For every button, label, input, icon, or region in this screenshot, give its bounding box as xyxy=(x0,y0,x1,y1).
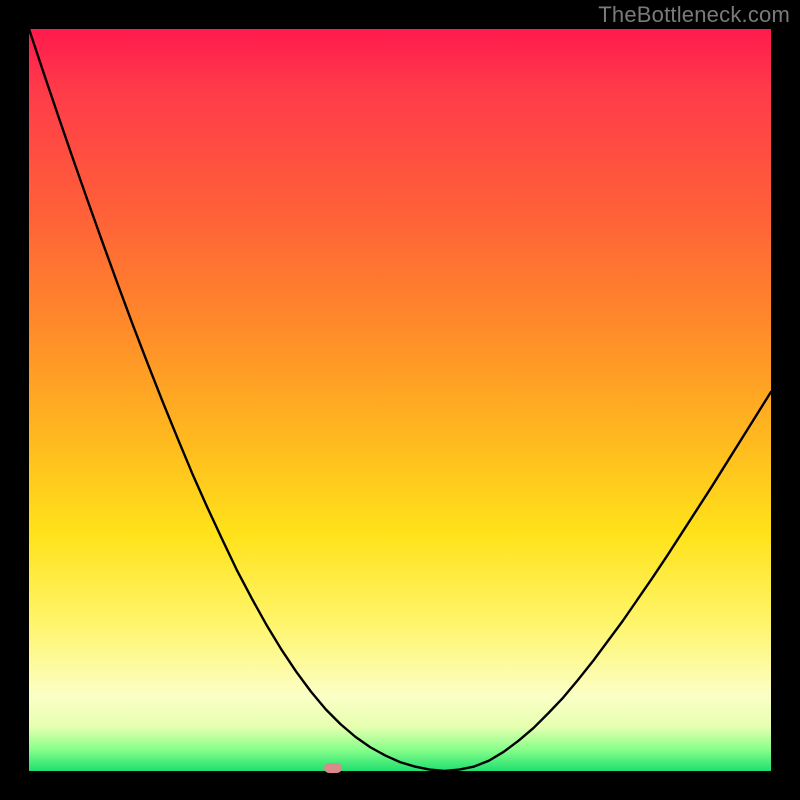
curve-path xyxy=(29,29,771,771)
plot-area xyxy=(29,29,771,771)
vertex-marker xyxy=(324,763,342,773)
watermark-text: TheBottleneck.com xyxy=(598,2,790,28)
chart-frame: TheBottleneck.com xyxy=(0,0,800,800)
bottleneck-curve xyxy=(29,29,771,771)
